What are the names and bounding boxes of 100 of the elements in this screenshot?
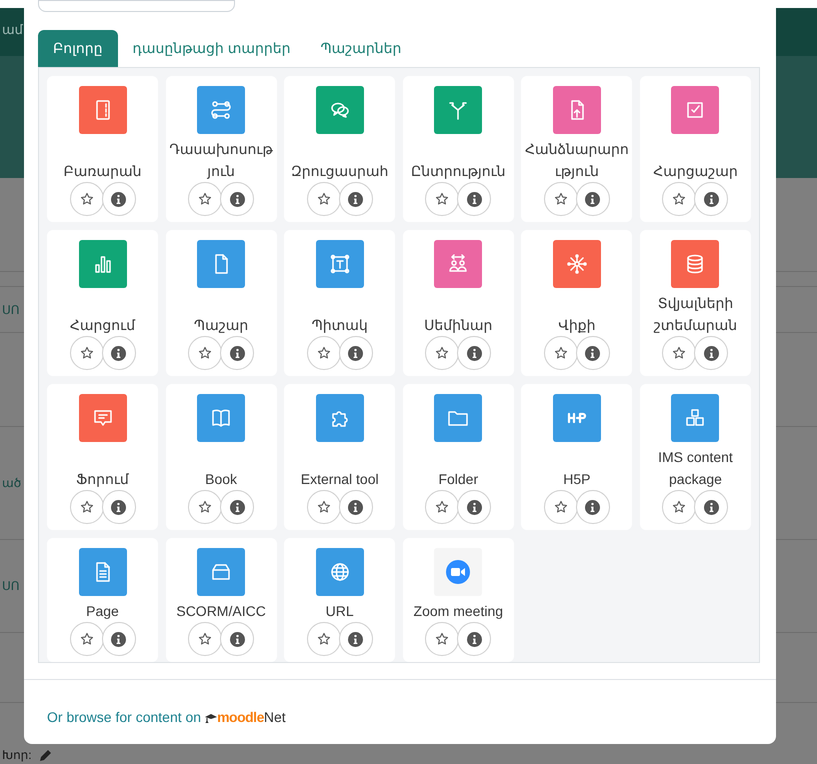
chat-icon[interactable]	[316, 86, 364, 134]
activity-name[interactable]: IMS content package	[643, 446, 748, 490]
activity-name[interactable]: Page	[86, 600, 119, 622]
search-field[interactable]	[38, 0, 235, 12]
info-button[interactable]	[220, 336, 254, 370]
box-icon[interactable]	[197, 548, 246, 596]
info-button[interactable]	[102, 182, 136, 216]
globe-icon[interactable]	[316, 548, 364, 596]
tab[interactable]: դասընթացի տարրեր	[118, 30, 306, 67]
activity-name[interactable]: Հարցաշար	[653, 160, 738, 182]
favourite-button[interactable]	[188, 182, 222, 216]
activity-name[interactable]: Զրուցասրահ	[290, 160, 388, 182]
favourite-button[interactable]	[425, 490, 460, 524]
favourite-button[interactable]	[70, 182, 104, 216]
activity-name[interactable]: Book	[205, 468, 238, 490]
puzzle-icon[interactable]	[316, 394, 364, 442]
network-icon[interactable]	[552, 240, 601, 288]
page-text: Խոր:	[2, 747, 32, 764]
activity-name[interactable]: Հարցում	[70, 314, 136, 336]
info-button[interactable]	[338, 490, 373, 524]
activity-name[interactable]: H5P	[563, 468, 590, 490]
info-button[interactable]	[694, 490, 728, 524]
folder-icon[interactable]	[434, 394, 482, 442]
document-icon[interactable]	[197, 240, 246, 288]
tab[interactable]: Պաշարներ	[305, 30, 416, 67]
favourite-button[interactable]	[306, 182, 341, 216]
notebook-icon[interactable]	[78, 86, 126, 134]
favourite-button[interactable]	[70, 336, 104, 370]
activity-name[interactable]: Վիքի	[558, 314, 596, 336]
favourite-button[interactable]	[662, 490, 696, 524]
favourite-button[interactable]	[544, 336, 578, 370]
activity-name[interactable]: External tool	[300, 468, 379, 490]
h5p-icon[interactable]	[552, 394, 601, 442]
tab[interactable]: Բոլորը	[38, 30, 118, 67]
favourite-button[interactable]	[306, 490, 341, 524]
info-button[interactable]	[457, 182, 492, 216]
favourite-button[interactable]	[188, 336, 222, 370]
book-icon[interactable]	[197, 394, 246, 442]
info-button[interactable]	[576, 182, 610, 216]
favourite-button[interactable]	[188, 622, 222, 656]
activity-name[interactable]: Սեմինար	[424, 314, 492, 336]
favourite-button[interactable]	[544, 182, 578, 216]
info-button[interactable]	[102, 336, 136, 370]
info-button[interactable]	[102, 490, 136, 524]
activity-name[interactable]: SCORM/AICC	[176, 600, 266, 622]
bar-chart-icon[interactable]	[78, 240, 126, 288]
info-button[interactable]	[694, 182, 728, 216]
activity-name[interactable]: Ընտրություն	[411, 160, 506, 182]
database-icon[interactable]	[671, 240, 720, 288]
favourite-button[interactable]	[306, 336, 341, 370]
text-frame-icon[interactable]	[316, 240, 364, 288]
page-text: ՍՈ	[2, 578, 20, 595]
activity-name[interactable]: Բառարան	[64, 160, 142, 182]
activity-name[interactable]: Zoom meeting	[414, 600, 504, 622]
favourite-button[interactable]	[188, 490, 222, 524]
info-icon	[230, 632, 245, 646]
activity-name[interactable]: Ֆորում	[76, 468, 129, 490]
header-text: ամ	[2, 22, 23, 37]
favourite-button[interactable]	[425, 336, 460, 370]
activity-name[interactable]: Տվյալների շտեմարան	[643, 292, 748, 336]
info-button[interactable]	[338, 336, 373, 370]
info-button[interactable]	[457, 622, 492, 656]
boxes-icon[interactable]	[671, 394, 720, 442]
info-icon	[348, 632, 364, 646]
info-button[interactable]	[220, 622, 254, 656]
favourite-button[interactable]	[70, 622, 104, 656]
people-icon[interactable]	[434, 240, 482, 288]
activity-name[interactable]: Պաշար	[194, 314, 248, 336]
info-button[interactable]	[694, 336, 728, 370]
info-icon	[348, 192, 364, 206]
route-icon[interactable]	[197, 86, 246, 134]
favourite-button[interactable]	[544, 490, 578, 524]
info-button[interactable]	[457, 490, 492, 524]
favourite-button[interactable]	[662, 182, 696, 216]
signpost-icon[interactable]	[434, 86, 482, 134]
video-camera-icon[interactable]	[434, 548, 482, 596]
info-button[interactable]	[220, 182, 254, 216]
info-button[interactable]	[220, 490, 254, 524]
favourite-button[interactable]	[425, 182, 460, 216]
activity-name[interactable]: URL	[326, 600, 354, 622]
activity-name[interactable]: Դասախոսություն	[169, 138, 274, 182]
page-icon[interactable]	[78, 548, 126, 596]
favourite-button[interactable]	[662, 336, 696, 370]
activity-name[interactable]: Folder	[438, 468, 478, 490]
moodlenet-link[interactable]: Or browse for content on moodleNet	[47, 707, 286, 728]
favourite-button[interactable]	[306, 622, 341, 656]
info-button[interactable]	[576, 490, 610, 524]
info-button[interactable]	[576, 336, 610, 370]
checkbox-icon[interactable]	[671, 86, 720, 134]
activity-name[interactable]: Հանձնարարություն	[524, 138, 629, 182]
favourite-button[interactable]	[70, 490, 104, 524]
info-button[interactable]	[338, 622, 373, 656]
info-button[interactable]	[457, 336, 492, 370]
upload-icon[interactable]	[552, 86, 601, 134]
info-button[interactable]	[338, 182, 373, 216]
star-icon	[554, 346, 568, 360]
activity-name[interactable]: Պիտակ	[312, 314, 368, 336]
favourite-button[interactable]	[425, 622, 460, 656]
speech-bubble-icon[interactable]	[78, 394, 126, 442]
info-button[interactable]	[102, 622, 136, 656]
